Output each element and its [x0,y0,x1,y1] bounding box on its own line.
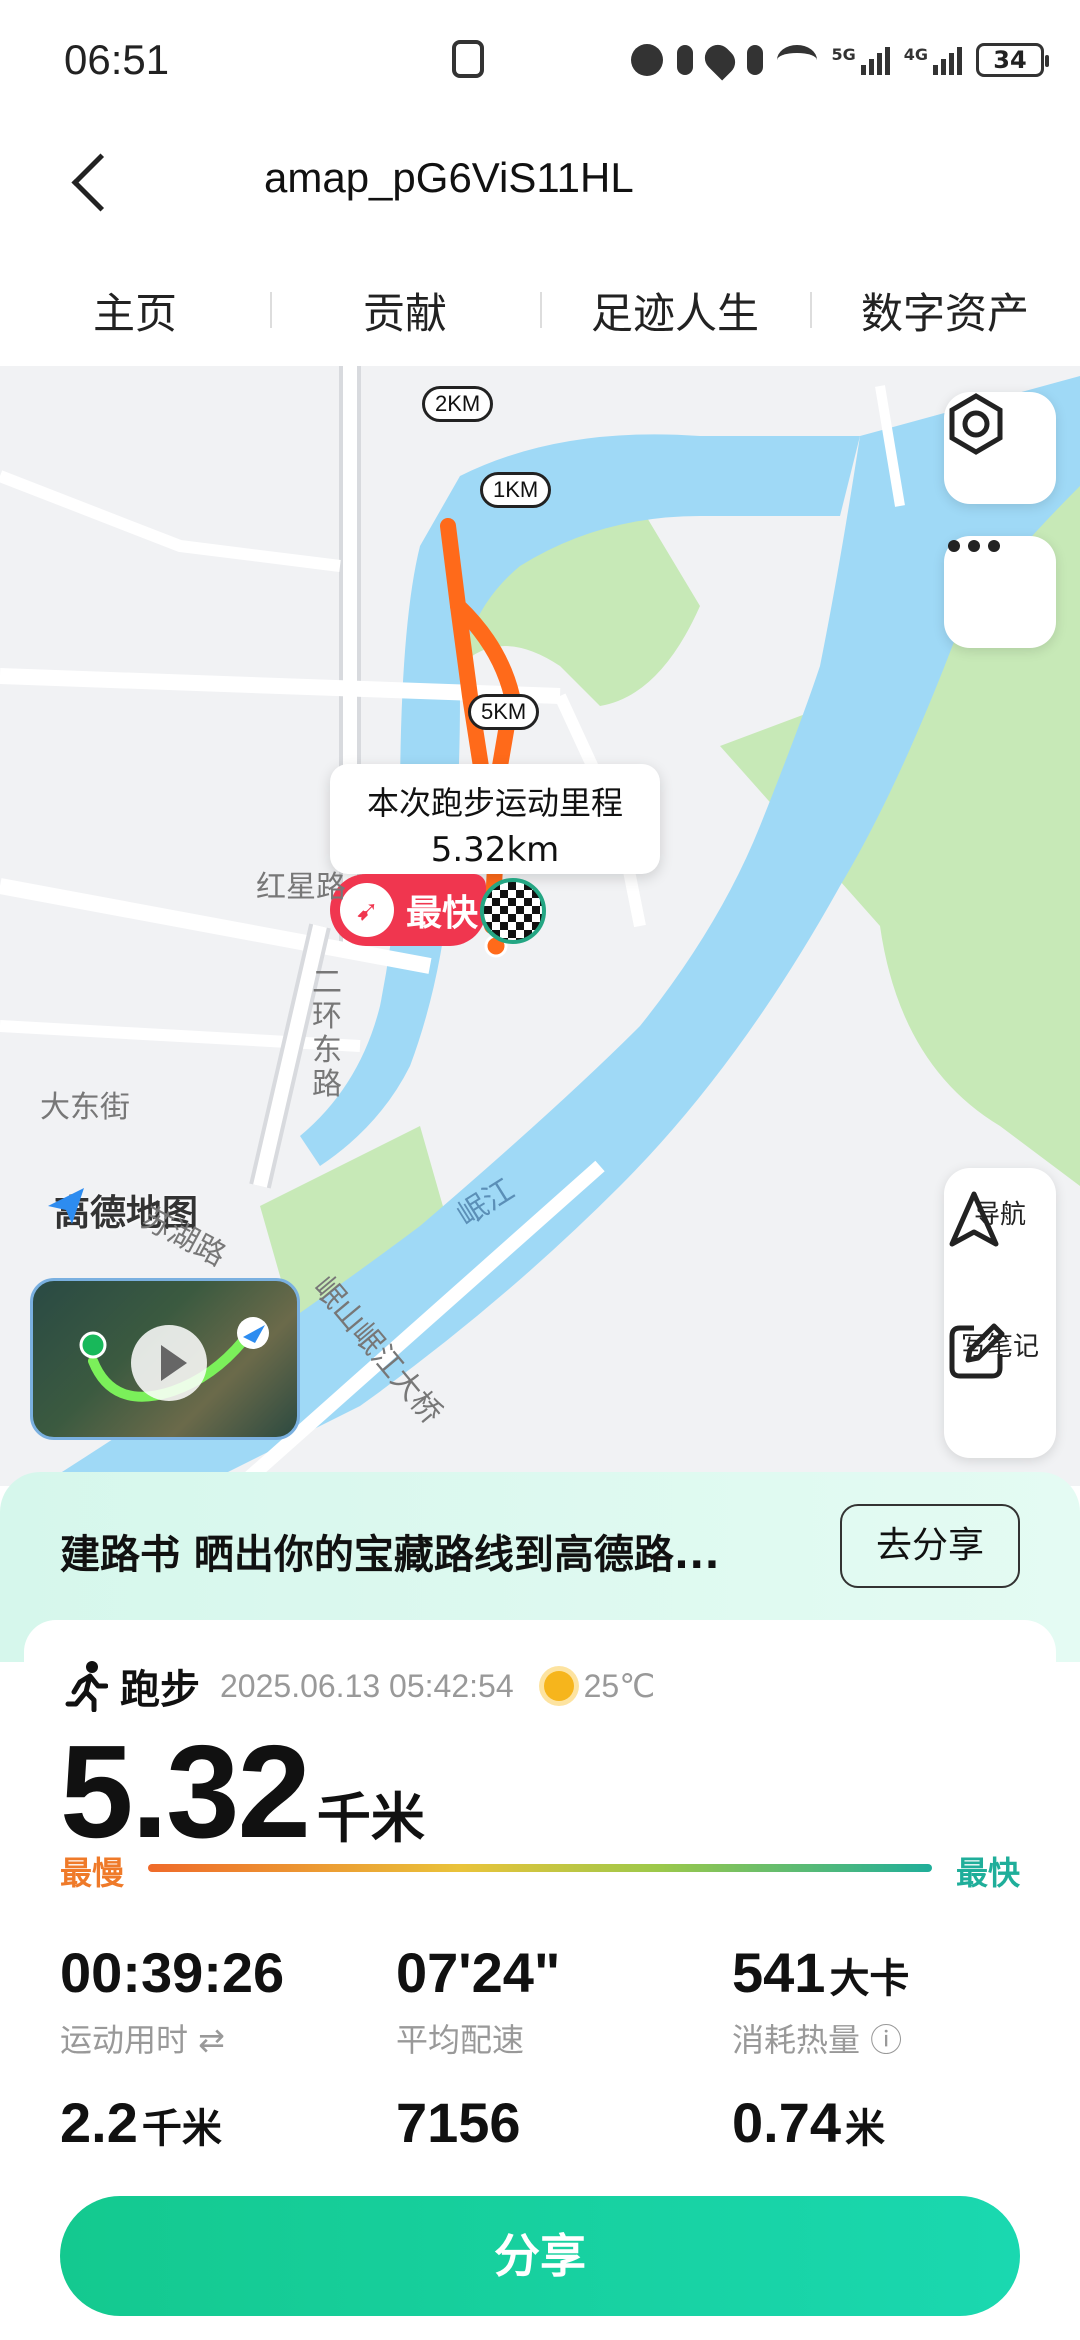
edit-note-icon [949,1323,1005,1379]
road-label: 大东街 [40,1090,130,1125]
popup-distance: 5.32km [430,830,560,870]
alarm-icon [631,44,664,76]
more-icon [948,540,1000,552]
location-icon [699,39,741,81]
page-title: amap_pG6ViS11HL [264,154,634,201]
status-icons: 5G 4G 34 [631,38,1049,82]
fastest-segment-tag[interactable]: ➹ 最快 [330,874,486,946]
running-icon [65,1661,108,1712]
back-button[interactable] [62,146,132,216]
pace-slow-label: 最慢 [60,1854,125,1892]
sun-icon [543,1671,574,1701]
tab-digital-assets[interactable]: 数字资产 [810,280,1080,341]
stat-steps: 7156 [396,2091,521,2154]
road-label: 红星路 [256,870,346,905]
activity-header: 跑步 2025.06.13 05:42:54 25℃ [64,1656,655,1716]
rocket-icon: ➹ [340,883,394,937]
header: amap_pG6ViS11HL [0,120,1080,240]
wifi-icon [777,45,818,75]
distance-unit: 千米 [316,1787,425,1850]
settings-icon [949,393,1003,455]
km-marker: 5KM [468,694,540,730]
fastest-label: 最快 [406,893,479,934]
popup-title: 本次跑步运动里程 [366,784,623,822]
signal-5g-icon: 5G [831,45,890,75]
tab-footprint[interactable]: 足迹人生 [540,280,810,341]
km-marker: 1KM [480,472,552,508]
tab-contribution[interactable]: 贡献 [270,280,540,341]
route-map[interactable]: 2KM 1KM 5KM 本次跑步运动里程 5.32km ➹ 最快 导航 写笔记 … [0,366,1080,1486]
stat-extra-1: 2.2 千米 [60,2091,222,2154]
pace-fast-label: 最快 [955,1854,1020,1892]
write-note-button[interactable]: 写笔记 [944,1320,1056,1379]
banner-text: 建路书 晒出你的宝藏路线到高德路... [60,1532,720,1578]
temperature: 25℃ [583,1668,656,1704]
map-settings-button[interactable] [944,392,1056,504]
nfc-icon [452,40,484,78]
tab-bar: 主页 贡献 足迹人生 数字资产 [0,260,1080,360]
play-icon[interactable] [131,1325,207,1401]
map-side-panel: 导航 写笔记 [944,1168,1056,1458]
distance-popup: 本次跑步运动里程 5.32km [330,764,660,874]
pace-legend: 最慢 最快 [60,1848,1020,1892]
pace-gradient-bar [148,1864,932,1872]
tab-home[interactable]: 主页 [0,280,270,341]
stat-avg-pace: 07'24" 平均配速 [396,1941,561,2059]
navigation-icon [949,1191,999,1247]
status-time: 06:51 [64,36,170,83]
more-options-button[interactable] [944,536,1056,648]
activity-type: 跑步 [120,1667,200,1713]
stat-stride: 0.74 米 [732,2091,885,2154]
road-label: 二环东路 [312,965,342,1102]
mic-icon [747,45,764,75]
share-button[interactable]: 分享 [60,2196,1020,2316]
navigate-button[interactable]: 导航 [944,1188,1056,1247]
signal-4g-icon: 4G [904,45,962,75]
finish-flag-icon [480,878,546,944]
bluetooth-icon [677,45,694,75]
km-marker: 2KM [422,386,494,422]
battery-indicator: 34 [976,43,1049,77]
activity-datetime: 2025.06.13 05:42:54 [220,1667,514,1704]
go-share-button[interactable]: 去分享 [840,1504,1020,1588]
total-distance: 5.32 千米 [60,1716,425,1867]
stat-duration[interactable]: 00:39:26 运动用时 ⇄ [60,1940,380,2061]
route-video-thumbnail[interactable] [30,1278,300,1440]
distance-value: 5.32 [60,1718,311,1865]
stat-calories[interactable]: 541 大卡 消耗热量 ⓘ [732,1940,1052,2061]
status-bar: 06:51 5G 4G 34 [0,0,1080,120]
amap-logo-icon [48,1188,84,1224]
